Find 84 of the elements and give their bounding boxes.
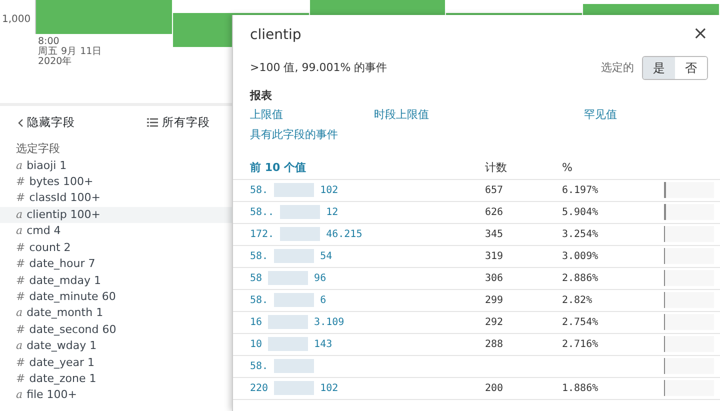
ip-text[interactable]: 58. <box>250 358 268 374</box>
ip-text[interactable]: 96 <box>314 270 326 286</box>
count-cell-text: 657 <box>485 184 504 198</box>
count-cell-text: 626 <box>485 206 504 220</box>
popup-title: clientip <box>250 26 302 45</box>
count-cell-text: 200 <box>485 382 504 396</box>
report-link[interactable]: 时段上限值 <box>374 106 584 123</box>
section-title: 选定字段 <box>15 141 61 158</box>
ip-text[interactable]: 12 <box>326 204 338 220</box>
field-item[interactable]: a cmd 4 <box>0 223 232 240</box>
field-item[interactable]: # date_zone 1 <box>0 370 232 388</box>
ip-text[interactable]: 46.215 <box>326 226 362 242</box>
close-icon[interactable]: × <box>692 25 708 46</box>
redacted-block <box>274 381 314 395</box>
percent-cell-text: 2.82% <box>562 294 594 308</box>
report-link[interactable]: 具有此字段的事件 <box>250 127 704 144</box>
redacted-block <box>274 359 314 373</box>
ip-text[interactable]: 58. <box>250 248 268 264</box>
percent-cell-text: 3.254% <box>562 228 600 242</box>
field-item[interactable]: # date_hour 7 <box>0 256 232 272</box>
time-label: 8:00 <box>38 37 60 47</box>
field-item[interactable]: # count 2 <box>0 240 232 256</box>
redacted-block <box>268 315 308 329</box>
ip-text[interactable]: 58 <box>250 270 262 286</box>
ip-text[interactable]: 58. <box>250 292 268 308</box>
percent-cell-text: 3.009% <box>562 250 600 264</box>
column-header: 前 10 个值 <box>250 160 307 176</box>
count-cell-text: 306 <box>485 272 504 286</box>
field-item[interactable]: a file 100+ <box>0 387 232 404</box>
field-item[interactable]: a biaoji 1 <box>0 158 232 174</box>
selected-label: 选定的 <box>601 60 634 76</box>
field-item[interactable]: a clientip 100+ <box>0 206 232 224</box>
column-header: % <box>562 160 574 176</box>
ip-text[interactable]: 10 <box>250 336 262 352</box>
report-link[interactable]: 罕见值 <box>584 106 704 123</box>
count-cell-text: 299 <box>485 294 504 308</box>
y-axis-label: 1,000 <box>2 13 31 27</box>
field-item[interactable]: # date_minute 60 <box>0 288 232 306</box>
percent-cell-text: 1.886% <box>562 382 600 396</box>
count-cell-text: 319 <box>485 250 504 264</box>
redacted-block <box>274 183 314 197</box>
time-label: 周五 9月 11日 <box>38 46 102 57</box>
field-item[interactable]: # date_mday 1 <box>0 272 232 289</box>
chevron-left-icon <box>18 118 23 127</box>
column-header: 计数 <box>485 160 508 176</box>
percent-cell-text: 5.904% <box>562 206 600 220</box>
ip-text[interactable]: 102 <box>320 380 338 396</box>
summary-text: >100 值, 99.001% 的事件 <box>250 60 388 76</box>
ip-text[interactable]: 58. <box>250 182 268 198</box>
all-fields-link[interactable]: 所有字段 <box>147 114 210 132</box>
count-cell-text: 345 <box>485 228 504 242</box>
ip-text[interactable]: 6 <box>320 292 326 308</box>
ip-text[interactable]: 16 <box>250 314 262 330</box>
redacted-block <box>280 205 320 219</box>
field-item[interactable]: # date_second 60 <box>0 322 232 338</box>
field-item[interactable]: # date_year 1 <box>0 354 232 371</box>
field-item[interactable]: # classId 100+ <box>0 190 232 207</box>
count-cell-text: 288 <box>485 338 504 352</box>
hide-fields-link[interactable]: 隐藏字段 <box>18 114 75 132</box>
percent-cell-text: 6.197% <box>562 184 600 198</box>
redacted-block <box>268 337 308 351</box>
list-icon <box>147 118 158 128</box>
ip-text[interactable]: 143 <box>314 336 332 352</box>
ip-text[interactable]: 3.109 <box>314 314 344 330</box>
toggle-button[interactable]: 是 <box>643 57 675 79</box>
percent-cell-text: 2.754% <box>562 316 600 330</box>
report-link[interactable]: 上限值 <box>250 106 374 123</box>
redacted-block <box>280 227 320 241</box>
redacted-block <box>274 293 314 307</box>
field-item[interactable]: a date_wday 1 <box>0 338 232 355</box>
redacted-block <box>274 249 314 263</box>
percent-cell-text: 2.886% <box>562 272 600 286</box>
redacted-block <box>268 271 308 285</box>
ip-text[interactable]: 54 <box>320 248 332 264</box>
percent-cell-text: 2.716% <box>562 338 600 352</box>
time-label: 2020年 <box>38 56 74 67</box>
field-item[interactable]: # bytes 100+ <box>0 174 232 190</box>
ip-text[interactable]: 220 <box>250 380 268 396</box>
count-cell-text: 292 <box>485 316 504 330</box>
section-title: 报表 <box>250 88 273 104</box>
ip-text[interactable]: 172. <box>250 226 274 242</box>
field-item[interactable]: a date_month 1 <box>0 305 232 322</box>
ip-text[interactable]: 58.. <box>250 204 274 220</box>
ip-text[interactable]: 102 <box>320 182 338 198</box>
